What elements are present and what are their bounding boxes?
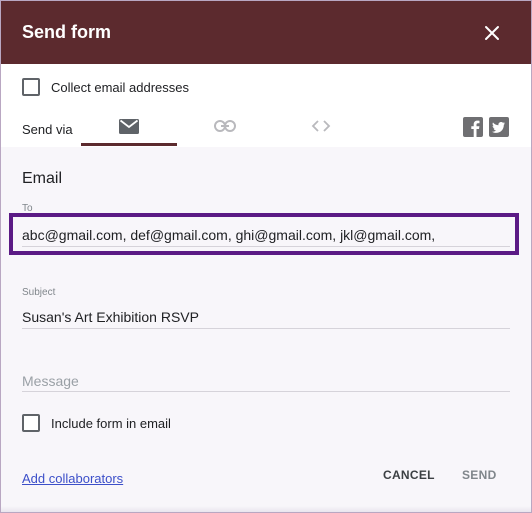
include-form-label: Include form in email: [51, 415, 171, 431]
active-tab-indicator: [81, 143, 177, 146]
twitter-share-button[interactable]: [489, 117, 509, 137]
subject-input[interactable]: Susan's Art Exhibition RSVP: [22, 309, 199, 325]
include-form-checkbox[interactable]: [22, 414, 40, 432]
dialog-header: Send form: [1, 1, 531, 64]
send-via-label: Send via: [22, 122, 73, 137]
mail-icon: [119, 118, 139, 134]
link-icon: [214, 120, 236, 132]
section-title-email: Email: [22, 170, 63, 187]
collect-email-checkbox[interactable]: [22, 78, 40, 96]
tab-email[interactable]: [81, 107, 177, 145]
to-field-highlight: [9, 213, 519, 255]
bottom-edge: [1, 506, 531, 512]
add-collaborators-link[interactable]: Add collaborators: [22, 471, 123, 486]
include-form-row[interactable]: Include form in email: [22, 414, 171, 432]
facebook-share-button[interactable]: [463, 117, 483, 137]
message-input[interactable]: Message: [22, 373, 79, 389]
collect-email-label: Collect email addresses: [51, 79, 190, 95]
facebook-icon: [463, 117, 483, 137]
send-button[interactable]: SEND: [462, 468, 497, 482]
collect-email-row[interactable]: Collect email addresses: [22, 78, 189, 96]
dialog-title: Send form: [22, 22, 112, 42]
subject-label: Subject: [22, 287, 56, 298]
tab-link[interactable]: [199, 107, 251, 145]
message-underline: [22, 391, 510, 392]
subject-underline: [22, 328, 510, 329]
close-button[interactable]: [477, 18, 507, 48]
code-icon: [311, 120, 331, 132]
send-form-dialog: Send form Collect email addresses Send v…: [0, 0, 532, 513]
cancel-button[interactable]: CANCEL: [383, 468, 435, 482]
twitter-icon: [489, 117, 509, 137]
close-icon: [485, 26, 499, 40]
tab-embed[interactable]: [295, 107, 347, 145]
